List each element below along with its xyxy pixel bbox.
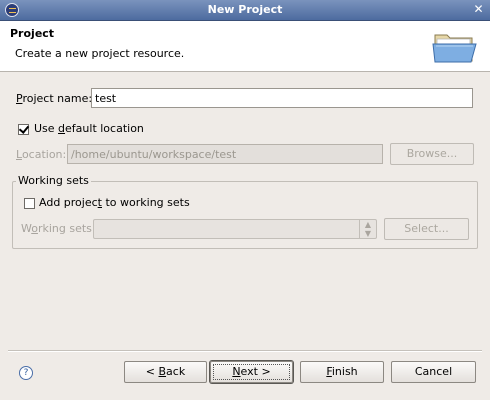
working-sets-group-label: Working sets: [16, 174, 91, 187]
cancel-button[interactable]: Cancel: [391, 361, 476, 383]
window-title: New Project: [207, 3, 283, 16]
banner-title: Project: [10, 27, 55, 40]
next-button[interactable]: Next >: [210, 361, 293, 383]
working-sets-combo[interactable]: ▲ ▼: [93, 219, 377, 239]
combo-arrows-icon: ▲ ▼: [359, 220, 376, 238]
add-to-working-sets-label: Add project to working sets: [39, 196, 190, 209]
wizard-banner: Project Create a new project resource.: [0, 21, 490, 72]
folder-icon: [432, 34, 477, 63]
working-sets-field-label: Working sets:: [21, 222, 96, 235]
location-input[interactable]: [67, 144, 383, 164]
project-name-input[interactable]: [91, 88, 473, 108]
next-button-focus: Next >: [213, 364, 290, 380]
banner-description: Create a new project resource.: [15, 47, 185, 60]
browse-button[interactable]: Browse...: [390, 143, 474, 165]
help-icon[interactable]: ?: [19, 366, 33, 380]
new-project-dialog: New Project ✕ Project Create a new proje…: [0, 0, 490, 400]
use-default-location-checkbox[interactable]: [18, 124, 29, 135]
close-icon[interactable]: ✕: [472, 3, 485, 16]
finish-button[interactable]: Finish: [300, 361, 384, 383]
location-label: Location:: [16, 148, 67, 161]
project-name-label: Project name:: [16, 92, 93, 105]
select-button[interactable]: Select...: [384, 218, 469, 240]
button-bar-separator: [8, 350, 482, 352]
use-default-location-label: Use default location: [34, 122, 144, 135]
back-button[interactable]: < Back: [124, 361, 207, 383]
add-to-working-sets-checkbox[interactable]: [24, 198, 35, 209]
title-bar[interactable]: New Project ✕: [0, 0, 490, 21]
